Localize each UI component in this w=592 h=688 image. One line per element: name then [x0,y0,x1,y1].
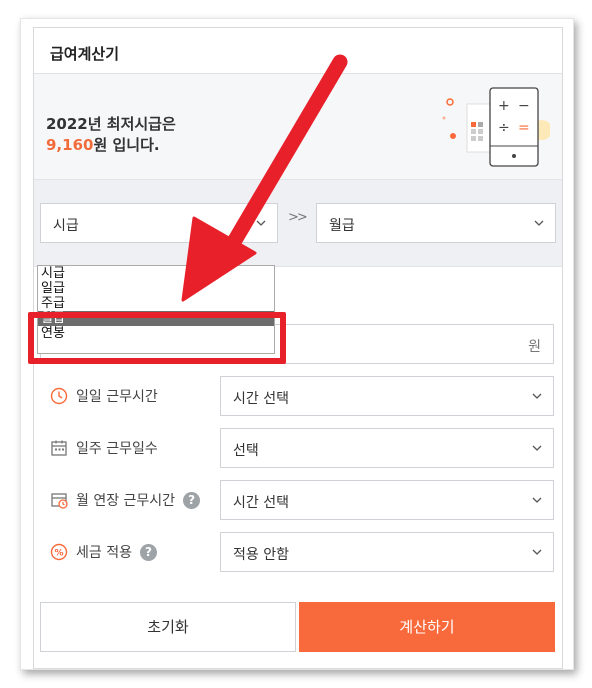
help-icon[interactable]: ? [139,543,157,561]
tax-row: % 세금 적용 ? 적용 안함 [34,532,564,572]
chevron-down-icon [532,445,542,451]
svg-text:%: % [54,549,63,559]
work-hours-label: 일일 근무시간 [50,386,158,406]
banner-line-2: 9,160원 입니다. [46,135,176,156]
overtime-row: 월 연장 근무시간 ? 시간 선택 [34,480,564,520]
calculate-button[interactable]: 계산하기 [299,602,555,652]
to-unit-select[interactable]: 월급 [316,203,556,243]
convert-arrows: >> [288,210,308,225]
annotation-highlight-box [28,312,286,364]
unit-converter: 시급 >> 월급 [34,180,562,267]
dropdown-option[interactable]: 일급 [38,281,274,296]
work-days-row: 일주 근무일수 선택 [34,428,564,468]
svg-text:÷: ÷ [498,120,510,136]
svg-text:+: + [498,98,510,114]
work-days-label: 일주 근무일수 [50,438,158,458]
chevron-down-icon [532,393,542,399]
dropdown-option[interactable]: 주급 [38,296,274,311]
overtime-select[interactable]: 시간 선택 [220,480,554,520]
work-hours-label-text: 일일 근무시간 [76,389,158,405]
minimum-wage-banner: 2022년 최저시급은 9,160원 입니다. + − ÷ = [34,74,562,180]
reset-button[interactable]: 초기화 [40,602,296,652]
chevron-down-icon [532,497,542,503]
overtime-label: 월 연장 근무시간 ? [50,490,201,510]
minimum-wage-value: 9,160 [46,136,94,154]
clock-icon [50,387,68,405]
tax-label: % 세금 적용 ? [50,542,157,562]
overtime-calendar-icon [51,493,68,509]
chevron-down-icon [532,549,542,555]
work-hours-select[interactable]: 시간 선택 [220,376,554,416]
overtime-value: 시간 선택 [233,495,289,511]
tax-select[interactable]: 적용 안함 [220,532,554,572]
chevron-down-icon [534,220,544,226]
help-icon[interactable]: ? [183,491,201,509]
to-unit-value: 월급 [329,218,355,234]
work-days-label-text: 일주 근무일수 [76,441,158,457]
tax-value: 적용 안함 [233,547,289,563]
work-hours-value: 시간 선택 [233,391,289,407]
calculator-illustration-icon: + − ÷ = [442,87,550,167]
calendar-icon [51,440,67,456]
banner-line-2-suffix: 원 입니다. [93,136,160,154]
work-days-value: 선택 [233,443,259,459]
amount-unit: 원 [528,339,541,355]
from-unit-select[interactable]: 시급 [40,203,278,243]
work-hours-row: 일일 근무시간 시간 선택 [34,376,564,416]
tax-label-text: 세금 적용 [76,545,132,561]
dropdown-option[interactable]: 시급 [38,266,274,281]
chevron-down-icon [256,220,266,226]
from-unit-value: 시급 [53,218,79,234]
overtime-label-text: 월 연장 근무시간 [76,493,176,509]
svg-text:−: − [518,98,530,114]
minimum-wage-text: 2022년 최저시급은 9,160원 입니다. [46,114,176,156]
banner-line-1: 2022년 최저시급은 [46,115,176,133]
card-title: 급여계산기 [34,28,562,74]
svg-text:=: = [518,120,530,136]
percent-icon: % [50,543,68,561]
work-days-select[interactable]: 선택 [220,428,554,468]
